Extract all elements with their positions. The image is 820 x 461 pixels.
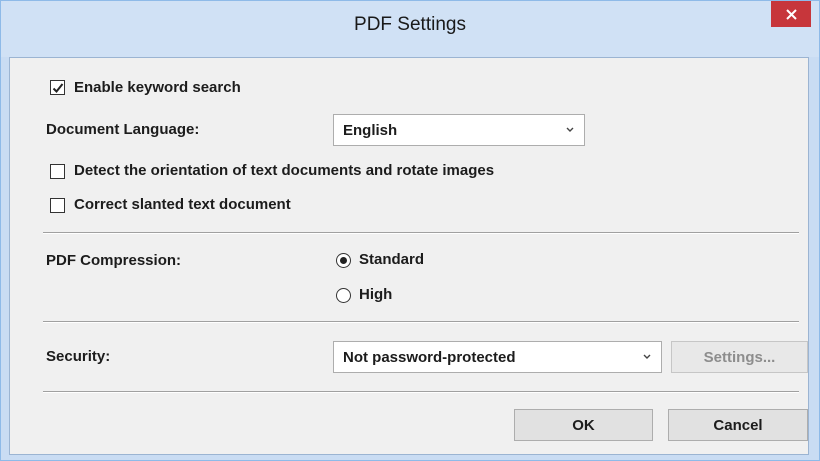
detect-orientation-label[interactable]: Detect the orientation of text documents…	[74, 162, 494, 179]
dialog-content: Enable keyword search Document Language:…	[9, 57, 809, 455]
security-value: Not password-protected	[343, 349, 516, 366]
enable-keyword-search-label[interactable]: Enable keyword search	[74, 79, 241, 96]
close-button[interactable]	[771, 1, 811, 27]
checkmark-icon	[52, 83, 64, 93]
ok-button[interactable]: OK	[514, 409, 653, 441]
title-bar: PDF Settings	[1, 1, 819, 57]
security-settings-button[interactable]: Settings...	[671, 341, 808, 373]
separator	[43, 232, 799, 234]
compression-standard-label[interactable]: Standard	[359, 251, 424, 268]
pdf-settings-dialog: PDF Settings Enable keyword search Docum…	[0, 0, 820, 461]
compression-high-label[interactable]: High	[359, 286, 392, 303]
correct-slanted-checkbox[interactable]	[50, 198, 65, 213]
separator	[43, 321, 799, 323]
close-icon	[785, 8, 797, 20]
document-language-select[interactable]: English	[333, 114, 585, 146]
security-select[interactable]: Not password-protected	[333, 341, 662, 373]
compression-high-radio[interactable]	[336, 288, 351, 303]
correct-slanted-label[interactable]: Correct slanted text document	[74, 196, 291, 213]
detect-orientation-checkbox[interactable]	[50, 164, 65, 179]
pdf-compression-label: PDF Compression:	[46, 252, 182, 269]
compression-standard-radio[interactable]	[336, 253, 351, 268]
cancel-button[interactable]: Cancel	[668, 409, 808, 441]
chevron-down-icon	[643, 354, 651, 359]
document-language-label: Document Language:	[46, 121, 200, 138]
chevron-down-icon	[566, 127, 574, 132]
dialog-title: PDF Settings	[354, 14, 466, 35]
radio-selected-dot	[340, 257, 347, 264]
separator	[43, 391, 799, 393]
document-language-value: English	[343, 122, 398, 139]
security-label: Security:	[46, 348, 111, 365]
enable-keyword-search-checkbox[interactable]	[50, 80, 65, 95]
